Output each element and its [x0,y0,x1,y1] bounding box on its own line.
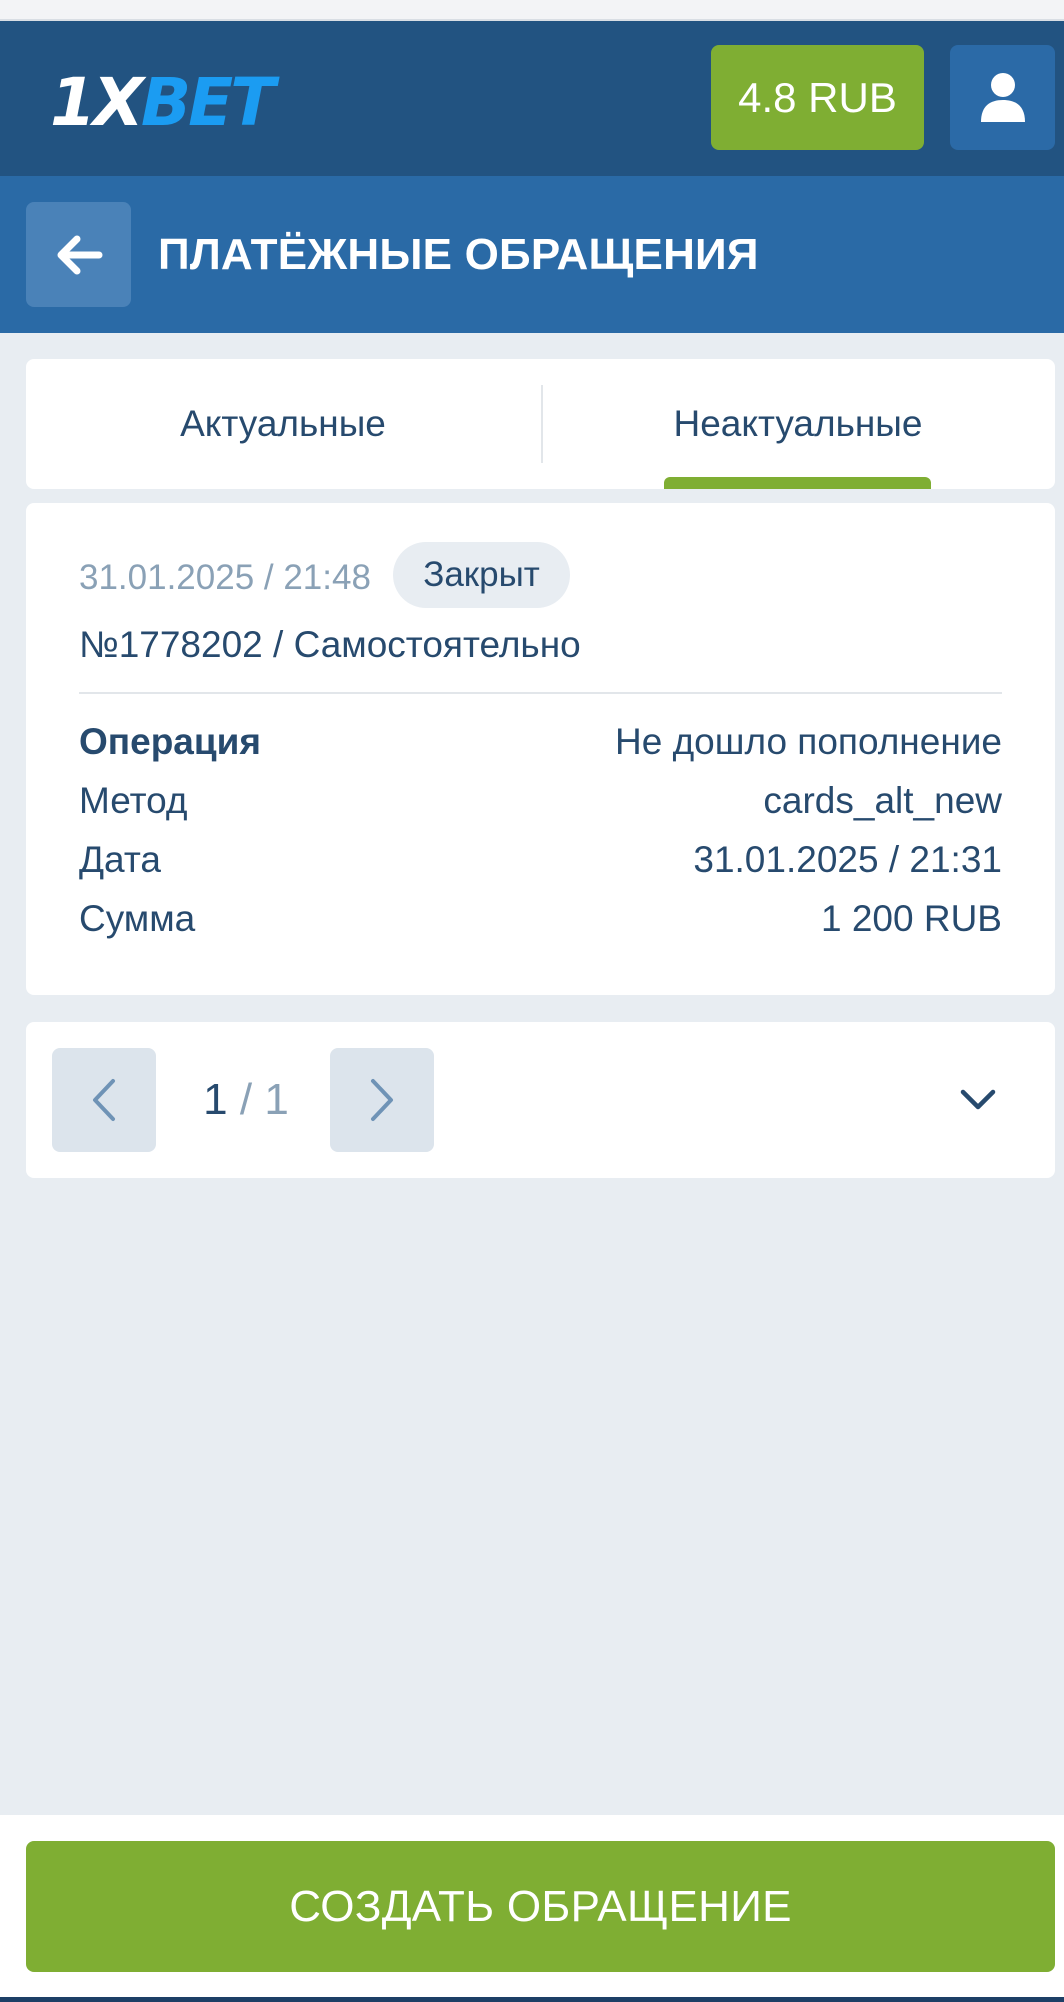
chevron-right-icon [371,1079,393,1121]
detail-value: 31.01.2025 / 21:31 [693,839,1002,880]
tab-actual[interactable]: Актуальные [26,359,540,489]
page-separator: / [239,1075,253,1124]
bottom-strip [0,1997,1064,2002]
detail-row-amount: Сумма 1 200 RUB [79,891,1002,947]
page-title: ПЛАТЁЖНЫЕ ОБРАЩЕНИЯ [158,229,759,279]
status-strip [0,0,1064,21]
status-tabs: Актуальные Неактуальные [26,359,1055,489]
bottom-action-bar: СОЗДАТЬ ОБРАЩЕНИЕ [0,1815,1064,1997]
detail-key: Сумма [79,898,196,939]
detail-key: Метод [79,780,188,821]
chevron-left-icon [93,1079,115,1121]
page-size-dropdown[interactable] [926,1048,1030,1152]
app-header: 1X BET 4.8 RUB [0,21,1064,176]
logo-prefix: 1X [50,64,144,141]
total-pages: 1 [264,1075,289,1124]
detail-value: cards_alt_new [763,780,1002,821]
ticket-number: №1778202 / Самостоятельно [79,624,581,665]
prev-page-button[interactable] [52,1048,156,1152]
page-titlebar: ПЛАТЁЖНЫЕ ОБРАЩЕНИЯ [0,176,1064,333]
detail-value: Не дошло пополнение [615,721,1002,762]
detail-value: 1 200 RUB [821,898,1002,939]
detail-row-method: Метод cards_alt_new [79,773,1002,829]
back-button[interactable] [26,202,131,307]
tab-inactual[interactable]: Неактуальные [541,359,1055,489]
chevron-down-icon [960,1089,996,1110]
detail-row-operation: Операция Не дошло пополнение [79,714,1002,770]
status-badge: Закрыт [393,542,570,608]
next-page-button[interactable] [330,1048,434,1152]
current-page: 1 [203,1075,228,1124]
ticket-card[interactable]: 31.01.2025 / 21:48 Закрыт №1778202 / Сам… [26,503,1055,995]
profile-button[interactable] [950,45,1055,150]
user-icon [980,72,1025,122]
pagination: 1 / 1 [26,1022,1055,1178]
create-request-button[interactable]: СОЗДАТЬ ОБРАЩЕНИЕ [26,1841,1055,1972]
active-tab-indicator [664,477,931,489]
brand-logo[interactable]: 1X BET [50,63,275,143]
logo-suffix: BET [140,64,275,141]
detail-key: Дата [79,839,161,880]
ticket-created-date: 31.01.2025 / 21:48 [79,558,371,597]
arrow-left-icon [57,235,102,274]
detail-key: Операция [79,721,261,762]
balance-button[interactable]: 4.8 RUB [711,45,924,150]
card-divider [79,692,1002,694]
detail-row-date: Дата 31.01.2025 / 21:31 [79,832,1002,888]
page-indicator: 1 / 1 [191,1048,301,1152]
